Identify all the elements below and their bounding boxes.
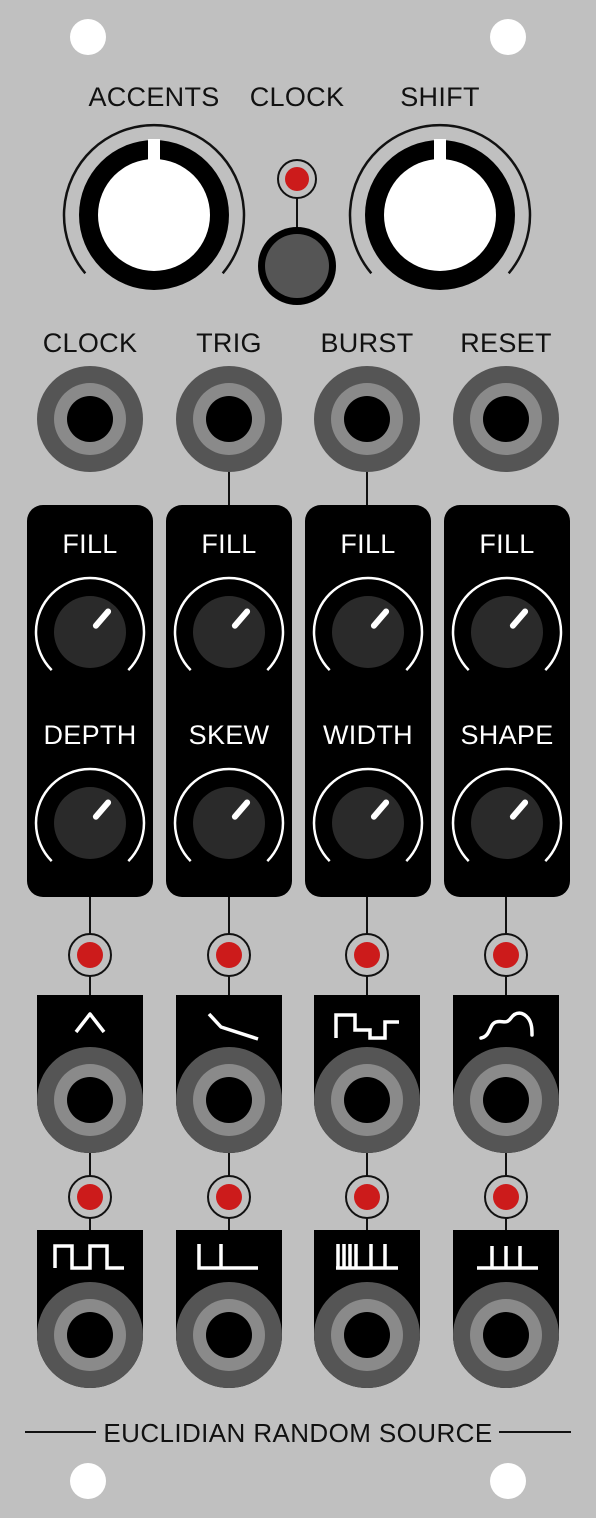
module-panel: ACCENTS CLOCK SHIFT CLOCK TRIG BURST RES… (0, 0, 596, 1518)
channel-1: FILL DEPTH (27, 505, 153, 1388)
mount-hole-top-left (70, 19, 106, 55)
channel-1-cv-led (77, 942, 103, 968)
channel-4-shape-label: SHAPE (460, 720, 553, 750)
channel-1-gate-led (77, 1184, 103, 1210)
module-faceplate: ACCENTS CLOCK SHIFT CLOCK TRIG BURST RES… (25, 19, 571, 1499)
channel-1-fill-label: FILL (62, 529, 117, 559)
shift-knob-cap (384, 159, 496, 271)
clock-input-jack[interactable] (37, 366, 143, 472)
channel-4-cv-output-jack[interactable] (453, 1047, 559, 1153)
channel-2-skew-label: SKEW (189, 720, 270, 750)
burst-input-label: BURST (320, 328, 413, 358)
channel-4-cv-led (493, 942, 519, 968)
channel-1-cv-output-jack[interactable] (37, 1047, 143, 1153)
burst-input-jack[interactable] (314, 366, 420, 472)
channel-3-gate-led (354, 1184, 380, 1210)
mount-hole-bottom-right (490, 1463, 526, 1499)
reset-input-jack[interactable] (453, 366, 559, 472)
channel-1-gate-output-jack[interactable] (37, 1282, 143, 1388)
channel-3-width-label: WIDTH (323, 720, 413, 750)
mount-hole-bottom-left (70, 1463, 106, 1499)
channel-2-fill-label: FILL (201, 529, 256, 559)
channel-2-cv-output-jack[interactable] (176, 1047, 282, 1153)
channel-2-gate-output-jack[interactable] (176, 1282, 282, 1388)
channel-3-fill-label: FILL (340, 529, 395, 559)
reset-input-label: RESET (460, 328, 552, 358)
accents-label: ACCENTS (88, 82, 219, 112)
shift-label: SHIFT (400, 82, 480, 112)
accents-knob[interactable] (62, 123, 246, 290)
clock-led (285, 167, 309, 191)
channel-3-cv-output-jack[interactable] (314, 1047, 420, 1153)
clock-button-label: CLOCK (250, 82, 345, 112)
clock-input-label: CLOCK (43, 328, 138, 358)
channel-4-gate-led (493, 1184, 519, 1210)
accents-knob-pointer (148, 139, 160, 161)
channel-3-gate-output-jack[interactable] (314, 1282, 420, 1388)
shift-knob-pointer (434, 139, 446, 161)
channel-3: FILL WIDTH (305, 505, 431, 1388)
trig-input-jack[interactable] (176, 366, 282, 472)
clock-button-cap (265, 234, 329, 298)
channel-4: FILL SHAPE (444, 505, 570, 1388)
channel-3-cv-led (354, 942, 380, 968)
channel-4-fill-label: FILL (479, 529, 534, 559)
module-name: EUCLIDIAN RANDOM SOURCE (103, 1418, 492, 1448)
shift-knob[interactable] (348, 123, 532, 290)
channel-2-cv-led (216, 942, 242, 968)
channel-2-gate-led (216, 1184, 242, 1210)
mount-hole-top-right (490, 19, 526, 55)
channel-1-depth-label: DEPTH (43, 720, 136, 750)
channel-2: FILL SKEW (166, 505, 292, 1388)
channel-4-gate-output-jack[interactable] (453, 1282, 559, 1388)
trig-input-label: TRIG (196, 328, 262, 358)
accents-knob-cap (98, 159, 210, 271)
clock-button[interactable] (258, 227, 336, 305)
